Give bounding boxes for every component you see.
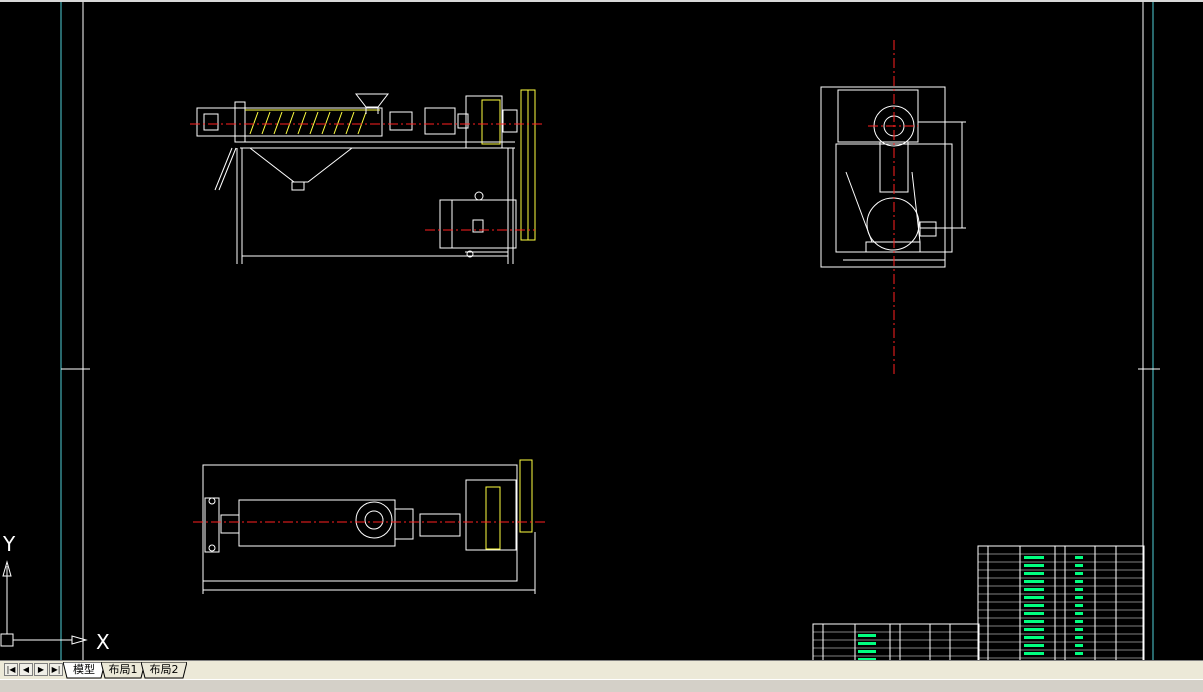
ucs-y-label: Y — [3, 532, 16, 556]
parts-list-cell-mark — [1024, 572, 1044, 575]
drawing-canvas[interactable]: Y X — [0, 0, 1203, 660]
parts-list-cell-mark — [1024, 636, 1044, 639]
parts-list-cell-mark — [858, 634, 876, 637]
parts-list-cell-mark — [1024, 564, 1044, 567]
front-view-centerline — [190, 123, 545, 231]
parts-list-cell-mark — [1024, 588, 1044, 591]
prev-layout-button[interactable]: ◀ — [19, 663, 33, 676]
parts-list-cell-mark — [1075, 628, 1083, 631]
parts-list-cell-mark — [1024, 644, 1044, 647]
parts-list-cell-mark — [858, 642, 876, 645]
parts-list-cell-mark — [1075, 620, 1083, 623]
parts-list-cell-mark — [1075, 564, 1083, 567]
parts-list-cell-mark — [1075, 612, 1083, 615]
first-layout-button[interactable]: |◀ — [4, 663, 18, 676]
ucs-icon: Y X — [0, 530, 130, 660]
last-icon: ▶| — [51, 665, 61, 674]
layout-tab-bar: |◀ ◀ ▶ ▶| 模型 布局1 布局2 — [0, 660, 1203, 679]
tab-model-label: 模型 — [73, 663, 95, 676]
tab-layout2[interactable]: 布局2 — [141, 662, 187, 679]
parts-list-cell-mark — [1075, 580, 1083, 583]
cad-drawing — [60, 2, 1160, 660]
parts-list-cell-mark — [858, 650, 876, 653]
parts-list-cell-mark — [1075, 572, 1083, 575]
tab-layout2-label: 布局2 — [149, 663, 179, 676]
parts-list-cell-mark — [1024, 604, 1044, 607]
parts-list-cell-mark — [1024, 580, 1044, 583]
tab-model[interactable]: 模型 — [63, 662, 105, 679]
parts-list-cell-mark — [1075, 644, 1083, 647]
parts-list-cell-mark — [1075, 652, 1083, 655]
top-view — [202, 459, 536, 594]
parts-list-text — [858, 556, 1083, 660]
first-icon: |◀ — [6, 665, 16, 674]
parts-list-cell-mark — [1024, 652, 1044, 655]
parts-list-cell-mark — [1024, 612, 1044, 615]
front-view — [196, 89, 536, 264]
parts-list-cell-mark — [1075, 588, 1083, 591]
tab-layout1-label: 布局1 — [108, 663, 138, 676]
parts-list-cell-mark — [1024, 596, 1044, 599]
parts-list-cell-mark — [1024, 628, 1044, 631]
parts-list-cell-mark — [1075, 596, 1083, 599]
tab-layout1[interactable]: 布局1 — [101, 662, 145, 679]
parts-list-cell-mark — [1024, 620, 1044, 623]
parts-list-cell-mark — [1075, 604, 1083, 607]
parts-list-cell-mark — [1075, 556, 1083, 559]
prev-icon: ◀ — [22, 665, 30, 674]
next-layout-button[interactable]: ▶ — [34, 663, 48, 676]
last-layout-button[interactable]: ▶| — [49, 663, 63, 676]
next-icon: ▶ — [37, 665, 45, 674]
ucs-x-label: X — [96, 630, 110, 654]
parts-list-cell-mark — [1024, 556, 1044, 559]
sheet-border — [60, 2, 1160, 660]
parts-list-cell-mark — [1075, 636, 1083, 639]
status-strip — [0, 679, 1203, 692]
